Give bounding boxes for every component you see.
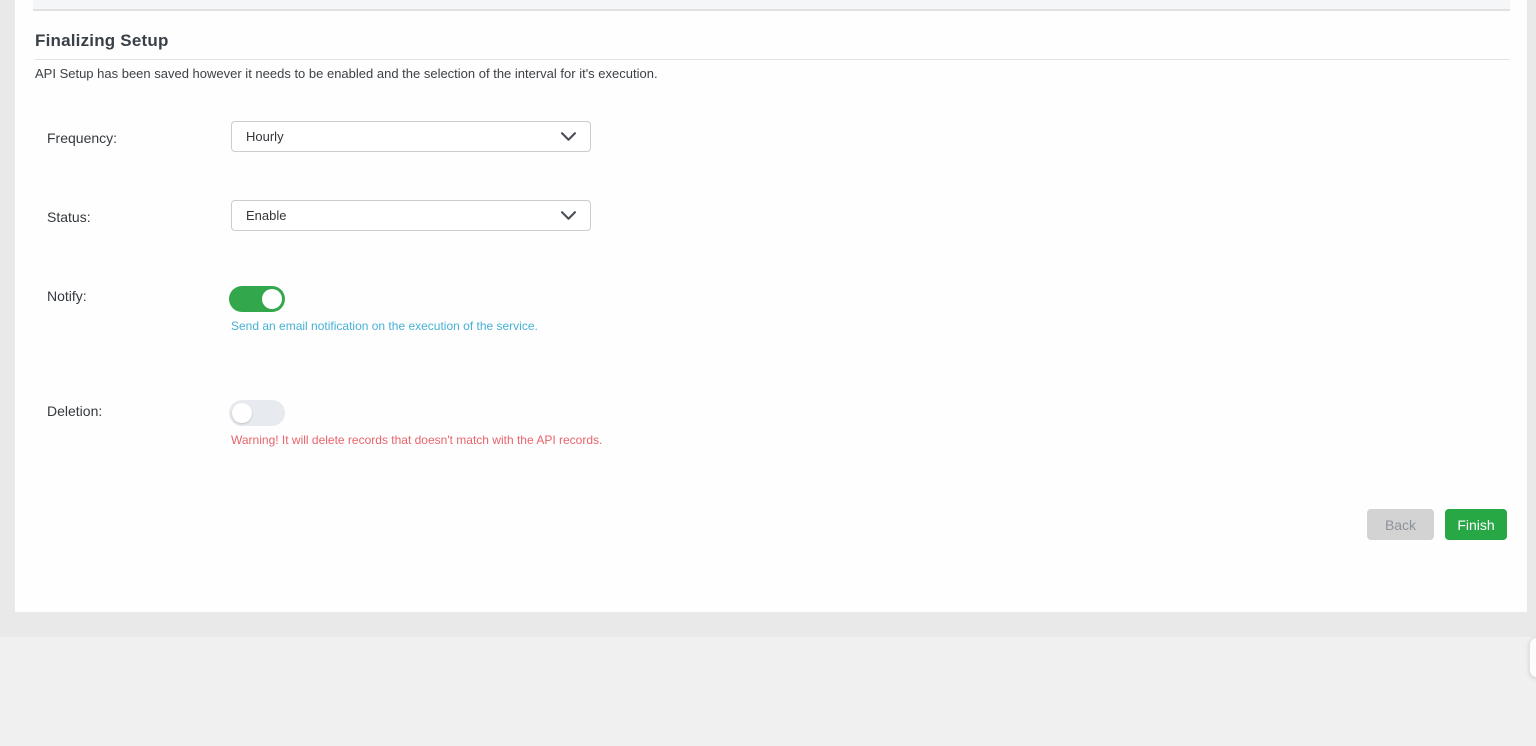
page: Finalizing Setup API Setup has been save… [0,0,1536,746]
status-selected-value: Enable [246,208,287,223]
back-button[interactable]: Back [1367,509,1434,540]
chevron-down-icon [561,211,576,220]
notify-help-text: Send an email notification on the execut… [231,319,538,333]
notify-toggle[interactable] [229,286,285,312]
wizard-steps-bar-remnant [33,0,1510,11]
deletion-label: Deletion: [47,403,103,419]
divider [35,59,1510,60]
status-label: Status: [47,209,91,225]
deletion-warning-text: Warning! It will delete records that doe… [231,433,603,447]
frequency-selected-value: Hourly [246,129,284,144]
toggle-knob [262,289,282,309]
status-select[interactable]: Enable [231,200,591,231]
page-title: Finalizing Setup [35,31,169,50]
notify-label: Notify: [47,288,87,304]
edge-floating-widget[interactable] [1529,637,1536,678]
finish-button[interactable]: Finish [1445,509,1507,540]
toggle-knob [232,403,252,423]
frequency-select[interactable]: Hourly [231,121,591,152]
deletion-toggle[interactable] [229,400,285,426]
setup-wizard-panel: Finalizing Setup API Setup has been save… [15,0,1527,612]
page-description: API Setup has been saved however it need… [35,66,658,81]
chevron-down-icon [561,132,576,141]
frequency-label: Frequency: [47,130,118,146]
